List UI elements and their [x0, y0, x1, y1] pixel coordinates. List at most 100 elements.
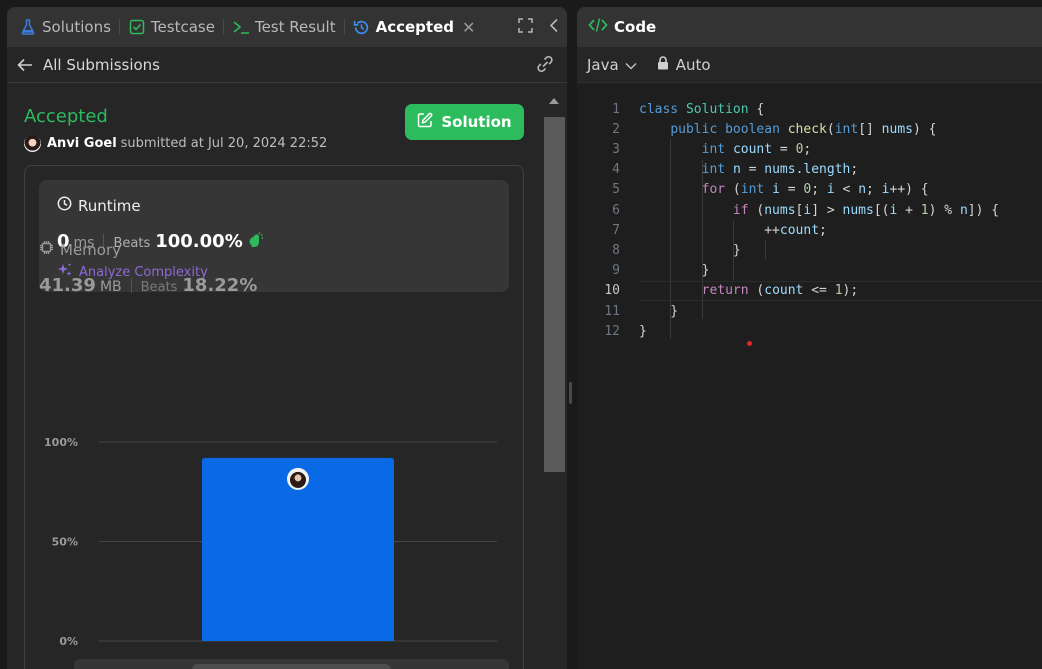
scroll-up-arrow[interactable]	[549, 98, 559, 104]
solution-button[interactable]: Solution	[405, 104, 524, 140]
submission-details: Accepted Anvi Goel submitted at Jul 20, …	[7, 84, 541, 669]
code-line[interactable]: 11 }	[577, 301, 1042, 321]
code-text[interactable]: ++count;	[639, 223, 827, 238]
y-tick-label: 50%	[52, 536, 78, 549]
code-text[interactable]: for (int i = 0; i < n; i++) {	[639, 182, 929, 197]
line-number: 2	[612, 121, 620, 137]
auto-mode[interactable]: Auto	[657, 56, 711, 74]
scrollbar[interactable]	[542, 84, 567, 669]
avatar[interactable]	[24, 135, 41, 152]
user-position-avatar[interactable]	[287, 467, 309, 490]
language-bar: Java Auto	[577, 47, 1042, 83]
clap-icon	[248, 231, 264, 252]
code-text[interactable]: }	[639, 324, 647, 339]
tab-divider	[222, 19, 224, 35]
code-line[interactable]: 8 }	[577, 240, 1042, 260]
memory-value: 41.39	[39, 275, 96, 296]
submitter-info: Anvi Goel submitted at Jul 20, 2024 22:5…	[24, 135, 327, 152]
chevron-down-icon	[625, 56, 637, 74]
auto-mode-label: Auto	[675, 55, 711, 74]
code-text[interactable]: if (nums[i] > nums[(i + 1) % n]) {	[639, 203, 999, 218]
y-tick-label: 0%	[59, 635, 78, 648]
code-line[interactable]: 2 public boolean check(int[] nums) {	[577, 119, 1042, 139]
memory-title[interactable]: Memory	[39, 240, 121, 259]
line-number: 7	[612, 222, 620, 238]
cursor-marker	[747, 341, 752, 346]
runtime-title-label: Runtime	[78, 196, 141, 215]
language-label: Java	[587, 55, 619, 74]
checkbox-icon	[128, 18, 146, 36]
language-select[interactable]: Java	[587, 56, 637, 74]
code-text[interactable]: class Solution {	[639, 102, 764, 117]
code-line[interactable]: 9 }	[577, 261, 1042, 281]
chart-range-bar	[74, 659, 509, 669]
tab-label: Test Result	[254, 18, 336, 36]
code-text[interactable]: public boolean check(int[] nums) {	[639, 122, 936, 137]
tab-divider	[343, 19, 345, 35]
code-title: Code	[614, 18, 657, 36]
collapse-chevron-icon[interactable]	[549, 18, 559, 37]
code-line[interactable]: 4 int n = nums.length;	[577, 160, 1042, 180]
code-text[interactable]: return (count <= 1);	[639, 283, 859, 298]
all-submissions-link[interactable]: All Submissions	[43, 56, 160, 74]
line-number: 6	[612, 202, 620, 218]
code-panel: Code Java Auto 1 class Solution {2 public…	[577, 7, 1042, 669]
runtime-beats-value: 100.00%	[155, 231, 243, 252]
code-line[interactable]: 10 return (count <= 1);	[577, 281, 1042, 301]
tab-label: Accepted	[375, 18, 454, 36]
code-icon	[588, 17, 608, 37]
solution-button-label: Solution	[441, 113, 512, 131]
code-line[interactable]: 5 for (int i = 0; i < n; i++) {	[577, 180, 1042, 200]
code-line[interactable]: 1 class Solution {	[577, 99, 1042, 119]
code-editor[interactable]: 1 class Solution {2 public boolean check(…	[577, 93, 1042, 669]
runtime-distribution-chart: 100% 50% 0%	[44, 436, 497, 648]
tab-testcase[interactable]: Testcase	[122, 7, 221, 47]
code-line[interactable]: 3 int count = 0;	[577, 139, 1042, 159]
line-number: 4	[612, 162, 620, 178]
maximize-icon[interactable]	[518, 17, 533, 37]
line-number: 12	[604, 323, 620, 339]
history-icon	[353, 18, 371, 36]
line-number: 5	[612, 182, 620, 198]
memory-title-label: Memory	[60, 240, 122, 259]
runtime-title: Runtime	[57, 196, 141, 215]
code-text[interactable]: int count = 0;	[639, 142, 812, 157]
code-line[interactable]: 7 ++count;	[577, 220, 1042, 240]
chip-icon	[39, 240, 54, 259]
submission-status: Accepted	[24, 106, 108, 127]
code-header: Code	[577, 7, 1042, 47]
tab-divider	[118, 19, 120, 35]
left-tabbar: Solutions Testcase Test Result Accepted …	[7, 7, 567, 47]
line-number: 10	[604, 283, 620, 299]
code-text[interactable]: }	[639, 243, 741, 258]
tab-solutions[interactable]: Solutions	[13, 7, 117, 47]
tab-label: Solutions	[42, 18, 111, 36]
line-number: 8	[612, 242, 620, 258]
back-arrow-icon[interactable]	[17, 58, 33, 72]
link-icon[interactable]	[535, 55, 555, 77]
code-text[interactable]: }	[639, 263, 710, 278]
line-number: 9	[612, 263, 620, 279]
tabbar-actions	[518, 7, 559, 47]
close-tab-icon[interactable]: ✕	[462, 18, 475, 37]
tab-accepted[interactable]: Accepted ✕	[347, 7, 482, 47]
code-line[interactable]: 12}	[577, 321, 1042, 341]
submitter-name[interactable]: Anvi Goel	[47, 136, 117, 151]
metric-divider	[130, 278, 132, 293]
line-number: 3	[612, 141, 620, 157]
memory-beats-value: 18.22%	[182, 275, 258, 296]
y-tick-label: 100%	[44, 436, 78, 449]
flask-icon	[19, 18, 37, 36]
scrollbar-thumb[interactable]	[544, 117, 565, 472]
edit-icon	[417, 112, 433, 132]
panel-resize-handle[interactable]	[569, 382, 572, 404]
tab-label: Testcase	[150, 18, 215, 36]
memory-metrics: 41.39 MB Beats 18.22%	[39, 275, 257, 296]
range-slider-handle[interactable]	[192, 664, 391, 669]
code-text[interactable]: }	[639, 304, 678, 319]
lock-icon	[657, 55, 669, 74]
code-text[interactable]: int n = nums.length;	[639, 162, 859, 177]
memory-beats-label: Beats	[140, 280, 178, 295]
tab-test-result[interactable]: Test Result	[226, 7, 342, 47]
code-line[interactable]: 6 if (nums[i] > nums[(i + 1) % n]) {	[577, 200, 1042, 220]
